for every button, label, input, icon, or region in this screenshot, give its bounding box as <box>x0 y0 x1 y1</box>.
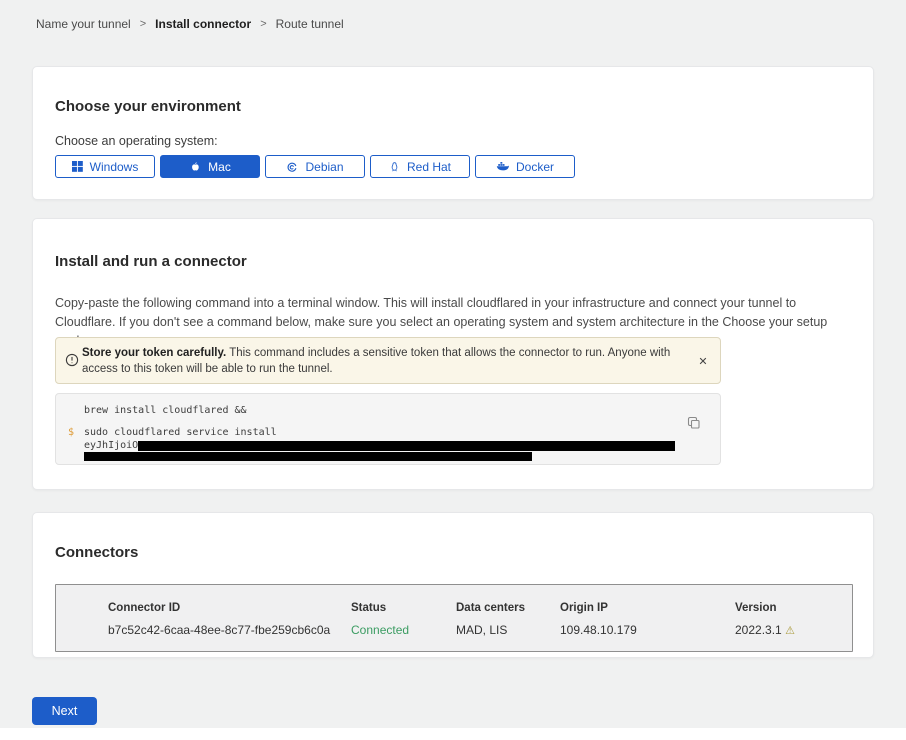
windows-icon <box>72 161 83 172</box>
connector-id-cell: b7c52c42-6caa-48ee-8c77-fbe259cb6c0a <box>108 623 351 637</box>
breadcrumb-step-name-your-tunnel: Name your tunnel <box>36 17 131 31</box>
code-block: brew install cloudflared && $ sudo cloud… <box>55 393 721 465</box>
breadcrumb: Name your tunnel > Install connector > R… <box>36 17 344 31</box>
install-connector-card: Install and run a connector Copy-paste t… <box>32 218 874 490</box>
table-row: b7c52c42-6caa-48ee-8c77-fbe259cb6c0a Con… <box>108 623 852 637</box>
header-connector-id: Connector ID <box>108 602 351 614</box>
next-button[interactable]: Next <box>32 697 97 725</box>
breadcrumb-separator: > <box>260 18 266 30</box>
environment-card-title: Choose your environment <box>55 98 241 115</box>
header-data-centers: Data centers <box>456 602 560 614</box>
header-version: Version <box>735 602 852 614</box>
os-button-mac[interactable]: Mac <box>160 155 260 178</box>
os-select-label: Choose an operating system: <box>55 134 218 148</box>
breadcrumb-step-install-connector: Install connector <box>155 17 251 31</box>
debian-icon <box>286 161 298 173</box>
tunnel-setup-page: Name your tunnel > Install connector > R… <box>0 0 906 740</box>
version-warning-icon: ⚠ <box>785 625 795 637</box>
breadcrumb-separator: > <box>140 18 146 30</box>
os-button-label: Debian <box>305 160 343 174</box>
header-origin-ip: Origin IP <box>560 602 735 614</box>
apple-icon <box>189 161 201 173</box>
redhat-icon <box>389 161 400 173</box>
data-centers-cell: MAD, LIS <box>456 623 560 637</box>
install-card-title: Install and run a connector <box>55 253 247 270</box>
version-number: 2022.3.1 <box>735 623 782 637</box>
code-line-install: $ sudo cloudflared service install <box>56 427 720 439</box>
status-badge: Connected <box>351 623 456 637</box>
connectors-card-title: Connectors <box>55 544 138 561</box>
breadcrumb-step-route-tunnel: Route tunnel <box>276 17 344 31</box>
token-warning-banner: Store your token carefully. This command… <box>55 337 721 384</box>
connectors-card: Connectors Connector ID Status Data cent… <box>32 512 874 658</box>
os-button-redhat[interactable]: Red Hat <box>370 155 470 178</box>
copy-icon[interactable] <box>686 416 702 432</box>
warning-title: Store your token carefully. <box>82 347 226 359</box>
os-button-label: Mac <box>208 160 231 174</box>
os-button-debian[interactable]: Debian <box>265 155 365 178</box>
os-button-label: Red Hat <box>407 160 451 174</box>
header-status: Status <box>351 602 456 614</box>
os-button-windows[interactable]: Windows <box>55 155 155 178</box>
warning-message: Store your token carefully. This command… <box>82 346 682 377</box>
os-button-label: Docker <box>516 160 554 174</box>
shell-prompt: $ <box>68 427 74 439</box>
token-text: eyJhIjoiO <box>84 440 138 452</box>
code-line-brew: brew install cloudflared && <box>56 394 720 417</box>
docker-icon <box>496 161 509 172</box>
connectors-table: Connector ID Status Data centers Origin … <box>55 584 853 652</box>
redacted-token-bar <box>84 452 532 461</box>
table-header-row: Connector ID Status Data centers Origin … <box>108 602 852 614</box>
close-icon[interactable]: ✕ <box>694 352 712 370</box>
alert-circle-icon <box>65 353 79 372</box>
os-button-docker[interactable]: Docker <box>475 155 575 178</box>
bottom-strip <box>0 728 906 740</box>
redacted-token-bar <box>138 441 675 451</box>
token-line: eyJhIjoiO <box>56 440 720 452</box>
origin-ip-cell: 109.48.10.179 <box>560 623 735 637</box>
install-command-text: sudo cloudflared service install <box>84 427 277 438</box>
environment-card: Choose your environment Choose an operat… <box>32 66 874 200</box>
os-button-row: Windows Mac Debian Red Hat <box>55 155 575 178</box>
os-button-label: Windows <box>90 160 139 174</box>
version-cell: 2022.3.1 ⚠ <box>735 623 852 637</box>
